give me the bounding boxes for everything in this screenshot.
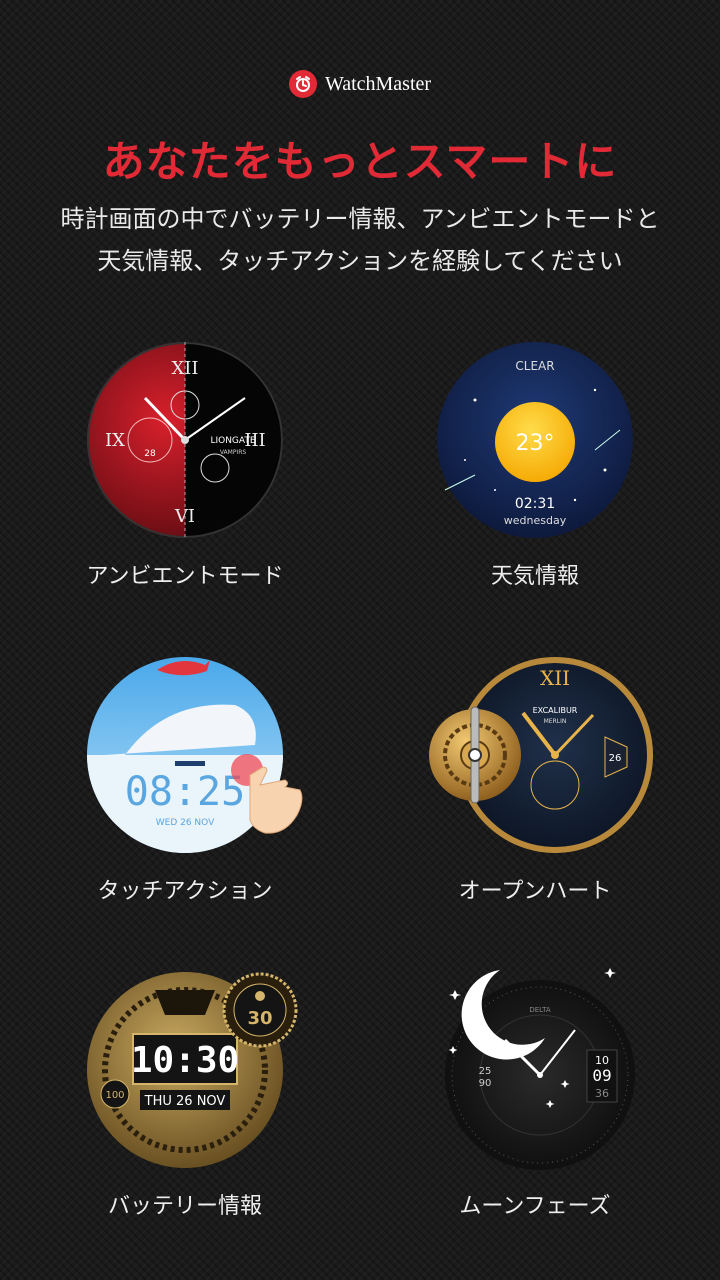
feature-ambient-mode: XII III VI IX 28 LIONGATE VAMPIRS アンビエントモー…: [35, 340, 335, 590]
ambient-sub: VAMPIRS: [220, 449, 247, 456]
touch-time: 08:25: [125, 769, 245, 815]
headline: あなたをもっとスマートに: [102, 137, 618, 186]
weather-time: 02:31: [515, 496, 555, 512]
weather-day: wednesday: [504, 514, 567, 527]
feature-label-ambient: アンビエントモード: [86, 564, 284, 589]
weather-condition: CLEAR: [515, 359, 554, 373]
weather-temperature: 23°: [516, 431, 555, 456]
open-heart-watch-face: XII EXCALIBUR MERLIN 26: [429, 655, 653, 855]
feature-battery: 10:30 THU 26 NOV 100 30 バッテリー情報: [35, 970, 335, 1220]
watchmaster-logo-icon: [288, 70, 317, 98]
svg-text:IX: IX: [105, 430, 125, 451]
brand-header: WatchMaster: [0, 70, 720, 98]
ambient-date: 28: [144, 449, 156, 459]
moon-left-value-2: 25: [479, 1066, 492, 1077]
open-heart-sub: MERLIN: [544, 718, 567, 725]
battery-watch-face: 10:30 THU 26 NOV 100 30: [85, 970, 298, 1170]
ambient-watch-face: XII III VI IX 28 LIONGATE VAMPIRS: [85, 340, 285, 540]
moon-second: 36: [595, 1087, 609, 1100]
subtitle-line-1: 時計画面の中でバッテリー情報、アンビエントモードと: [60, 205, 660, 233]
feature-weather: CLEAR 23° 02:31 wednesday 天気情報: [385, 340, 685, 590]
touch-date: WED 26 NOV: [156, 818, 215, 828]
open-heart-numeral: XII: [540, 666, 570, 690]
subtitle: 時計画面の中でバッテリー情報、アンビエントモードと 天気情報、タッチアクションを…: [30, 198, 690, 282]
feature-label-open-heart: オープンハート: [458, 879, 612, 904]
feature-label-touch: タッチアクション: [97, 879, 273, 904]
open-heart-brand: EXCALIBUR: [533, 706, 578, 715]
feature-label-battery: バッテリー情報: [107, 1194, 262, 1219]
battery-steps: 100: [105, 1090, 124, 1101]
weather-watch-face: CLEAR 23° 02:31 wednesday: [435, 340, 635, 540]
moon-left-value: 90: [479, 1078, 492, 1089]
feature-moon-phase: DELTA 10 09 36 90 25 ムーンフェーズ: [385, 968, 685, 1220]
subtitle-line-2: 天気情報、タッチアクションを経験してください: [97, 247, 623, 275]
feature-label-weather: 天気情報: [490, 564, 579, 589]
battery-date: THU 26 NOV: [144, 1094, 226, 1109]
touch-watch-face: 08:25 WED 26 NOV: [85, 655, 303, 855]
moon-brand: DELTA: [529, 1006, 550, 1014]
ambient-brand: LIONGATE: [210, 436, 255, 446]
brand-name: WatchMaster: [324, 72, 432, 95]
battery-time: 10:30: [131, 1040, 239, 1081]
open-heart-date: 26: [609, 753, 622, 764]
feature-touch-action: 08:25 WED 26 NOV タッチアクション: [35, 655, 335, 905]
feature-open-heart: XII EXCALIBUR MERLIN 26 オープンハート: [385, 655, 685, 905]
moon-phase-watch-face: DELTA 10 09 36 90 25: [435, 968, 635, 1170]
feature-label-moon-phase: ムーンフェーズ: [459, 1194, 611, 1219]
moon-minute: 09: [592, 1066, 611, 1085]
battery-level: 30: [247, 1008, 272, 1029]
